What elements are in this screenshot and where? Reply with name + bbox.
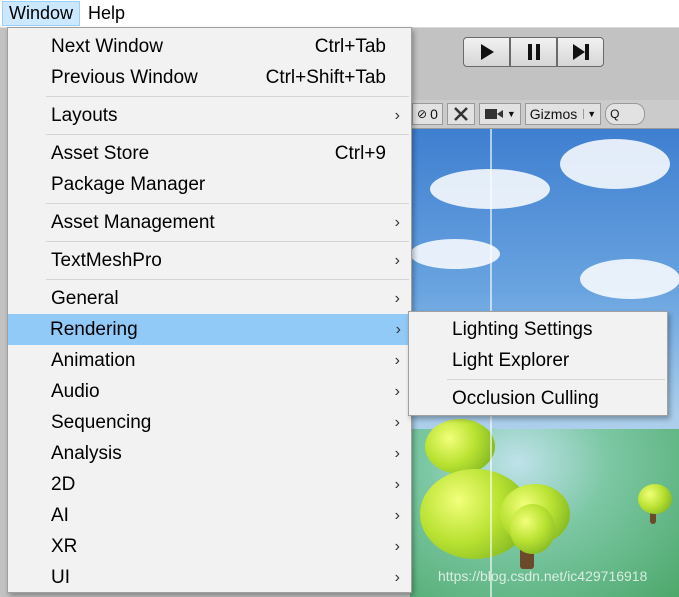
eye-icon: ⊘: [417, 107, 428, 121]
menu-item-occlusion-culling[interactable]: Occlusion Culling: [410, 383, 666, 414]
menu-item-label: Next Window: [51, 35, 163, 57]
menu-separator: [46, 279, 409, 280]
menu-item-label: Lighting Settings: [452, 318, 593, 340]
menu-item-label: Previous Window: [51, 66, 198, 88]
rendering-submenu: Lighting Settings Light Explorer Occlusi…: [408, 311, 668, 416]
menu-separator: [46, 203, 409, 204]
chevron-right-icon: ›: [394, 475, 400, 493]
menu-item-label: Light Explorer: [452, 349, 570, 371]
menu-separator: [447, 379, 665, 380]
menu-item-audio[interactable]: Audio ›: [9, 376, 410, 407]
gizmos-label: Gizmos: [529, 106, 578, 122]
chevron-right-icon: ›: [395, 320, 401, 338]
tree: [425, 419, 495, 474]
menu-item-lighting-settings[interactable]: Lighting Settings: [410, 314, 666, 345]
menu-item-shortcut: Ctrl+9: [334, 142, 386, 164]
gizmos-dropdown[interactable]: Gizmos ▼: [524, 103, 602, 125]
menu-item-label: Asset Store: [51, 142, 150, 164]
search-field[interactable]: Q: [605, 103, 646, 125]
counter-value: 0: [430, 106, 438, 122]
menu-item-shortcut: Ctrl+Tab: [314, 35, 386, 57]
menu-item-label: Animation: [51, 349, 136, 371]
chevron-right-icon: ›: [394, 106, 400, 124]
menu-item-label: TextMeshPro: [51, 249, 162, 271]
menu-item-label: Package Manager: [51, 173, 206, 195]
watermark: https://blog.csdn.net/ic429716918: [438, 568, 648, 584]
menu-item-label: Sequencing: [51, 411, 152, 433]
menu-item-2d[interactable]: 2D ›: [9, 469, 410, 500]
menu-item-label: 2D: [51, 473, 76, 495]
tree: [510, 504, 555, 554]
chevron-right-icon: ›: [394, 251, 400, 269]
menu-bar: Window Help: [0, 0, 679, 28]
menu-item-label: UI: [51, 566, 70, 588]
chevron-right-icon: ›: [394, 568, 400, 586]
menu-item-light-explorer[interactable]: Light Explorer: [410, 345, 666, 376]
play-icon: [480, 44, 494, 60]
pause-button[interactable]: [510, 37, 557, 67]
menu-item-next-window[interactable]: Next Window Ctrl+Tab: [9, 31, 410, 62]
window-menu: Next Window Ctrl+Tab Previous Window Ctr…: [7, 27, 412, 593]
search-icon: Q: [610, 107, 620, 121]
chevron-right-icon: ›: [394, 382, 400, 400]
menu-item-textmeshpro[interactable]: TextMeshPro ›: [9, 245, 410, 276]
camera-icon: [484, 109, 503, 119]
chevron-right-icon: ›: [394, 444, 400, 462]
menu-item-label: Audio: [51, 380, 100, 402]
cloud: [560, 139, 670, 189]
cloud: [410, 239, 500, 269]
step-button[interactable]: [557, 37, 604, 67]
menu-separator: [46, 241, 409, 242]
menu-item-label: AI: [51, 504, 69, 526]
menu-item-label: Occlusion Culling: [452, 387, 599, 409]
tree: [638, 484, 672, 514]
chevron-right-icon: ›: [394, 213, 400, 231]
play-button[interactable]: [463, 37, 510, 67]
play-controls: [463, 37, 606, 69]
menu-item-label: XR: [51, 535, 78, 557]
visibility-counter[interactable]: ⊘ 0: [412, 103, 443, 125]
menu-item-rendering[interactable]: Rendering ›: [8, 314, 411, 345]
chevron-right-icon: ›: [394, 413, 400, 431]
chevron-right-icon: ›: [394, 506, 400, 524]
menu-item-ui[interactable]: UI ›: [9, 562, 410, 593]
menu-help[interactable]: Help: [82, 1, 131, 26]
menu-item-layouts[interactable]: Layouts ›: [9, 100, 410, 131]
menu-item-asset-store[interactable]: Asset Store Ctrl+9: [9, 138, 410, 169]
menu-item-sequencing[interactable]: Sequencing ›: [9, 407, 410, 438]
step-icon: [572, 44, 589, 60]
menu-separator: [46, 96, 409, 97]
pause-icon: [527, 44, 540, 60]
chevron-down-icon: ▼: [583, 109, 596, 119]
menu-separator: [46, 134, 409, 135]
tools-button[interactable]: [446, 103, 475, 125]
chevron-right-icon: ›: [394, 289, 400, 307]
menu-item-label: Analysis: [51, 442, 122, 464]
cloud: [580, 259, 679, 299]
menu-item-asset-management[interactable]: Asset Management ›: [9, 207, 410, 238]
menu-item-ai[interactable]: AI ›: [9, 500, 410, 531]
menu-item-general[interactable]: General ›: [9, 283, 410, 314]
scene-toolbar: ⊘ 0 ▼ Gizmos ▼ Q: [410, 100, 679, 129]
menu-item-label: Asset Management: [51, 211, 215, 233]
menu-item-animation[interactable]: Animation ›: [9, 345, 410, 376]
menu-item-analysis[interactable]: Analysis ›: [9, 438, 410, 469]
menu-item-package-manager[interactable]: Package Manager: [9, 169, 410, 200]
menu-item-label: Layouts: [51, 104, 118, 126]
menu-item-xr[interactable]: XR ›: [9, 531, 410, 562]
chevron-right-icon: ›: [394, 351, 400, 369]
menu-item-label: Rendering: [50, 318, 138, 340]
menu-item-label: General: [51, 287, 119, 309]
tools-icon: [453, 107, 468, 121]
menu-item-shortcut: Ctrl+Shift+Tab: [265, 66, 386, 88]
chevron-down-icon: ▼: [506, 109, 516, 119]
chevron-right-icon: ›: [394, 537, 400, 555]
camera-dropdown[interactable]: ▼: [478, 103, 521, 125]
menu-item-previous-window[interactable]: Previous Window Ctrl+Shift+Tab: [9, 62, 410, 93]
menu-window[interactable]: Window: [2, 1, 81, 26]
